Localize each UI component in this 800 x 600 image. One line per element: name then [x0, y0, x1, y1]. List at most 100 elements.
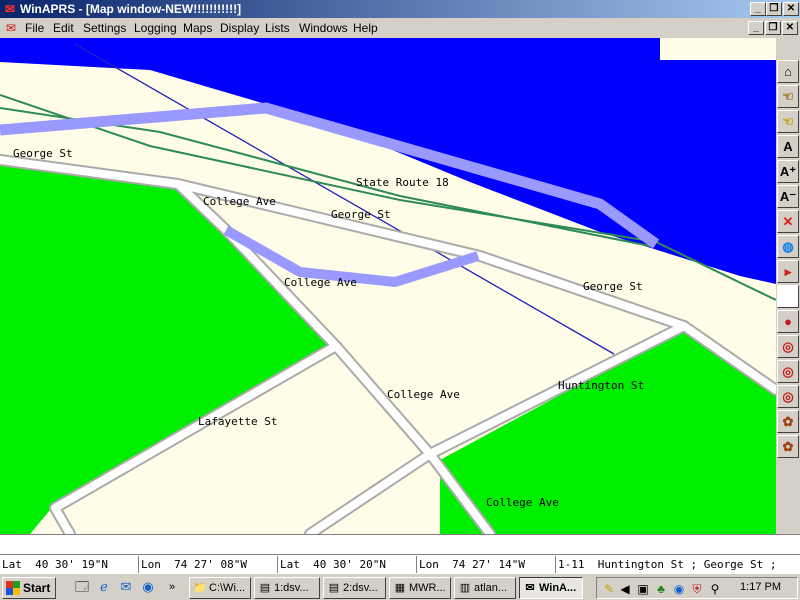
home-tool-button[interactable]: ⌂: [777, 60, 799, 83]
child-restore-button[interactable]: ❐: [765, 21, 781, 35]
status-lat-center: Lat 40 30' 20"N: [278, 556, 417, 573]
winaprs-icon: ✉: [525, 582, 535, 594]
bug-icon-2: ✿: [782, 438, 794, 454]
menu-windows[interactable]: Windows: [299, 21, 348, 35]
label-george-st: George St: [583, 280, 643, 293]
status-message-bar: [0, 534, 800, 554]
clock: 1:17 PM: [740, 581, 781, 593]
taskbar-button-label: MWR...: [409, 582, 446, 594]
label-college-ave: College Ave: [203, 195, 276, 208]
channels-icon[interactable]: ◉: [140, 579, 156, 595]
taskbar-button-0[interactable]: 📁 C:\Wi...: [189, 577, 251, 599]
bug-1-tool-button[interactable]: ✿: [777, 410, 799, 433]
windows-logo-icon: [6, 581, 20, 595]
font-smaller-icon: A⁻: [779, 188, 797, 204]
folder-icon: 📁: [193, 582, 207, 594]
menu-edit[interactable]: Edit: [53, 21, 74, 35]
taskbar-button-label: 1:dsv...: [274, 582, 309, 594]
home-icon: ⌂: [784, 64, 792, 79]
winaprs-icon[interactable]: ✉: [3, 2, 17, 16]
outlook-icon[interactable]: ✉: [118, 579, 134, 595]
window-title: WinAPRS - [Map window-NEW!!!!!!!!!!!]: [20, 2, 242, 16]
hand-yellow-icon: ☜: [782, 113, 794, 129]
menu-logging[interactable]: Logging: [134, 21, 177, 35]
status-lon-center: Lon 74 27' 14"W: [417, 556, 556, 573]
label-college-ave: College Ave: [387, 388, 460, 401]
status-lat-cursor: Lat 40 30' 19"N: [0, 556, 139, 573]
flag-tool-button[interactable]: ▸: [777, 260, 799, 283]
label-college-ave: College Ave: [284, 276, 357, 289]
start-label: Start: [23, 581, 51, 595]
volume-tray-icon[interactable]: ◀: [617, 581, 633, 597]
map-canvas[interactable]: George St State Route 18 College Ave Geo…: [0, 38, 776, 534]
internet-explorer-icon[interactable]: ℯ: [96, 579, 112, 595]
target-1-tool-button[interactable]: ◎: [777, 335, 799, 358]
show-desktop-icon[interactable]: 🗔: [74, 579, 90, 595]
title-bar: ✉ WinAPRS - [Map window-NEW!!!!!!!!!!!] …: [0, 0, 800, 18]
status-bar: Lat 40 30' 19"N Lon 74 27' 08"W Lat 40 3…: [0, 554, 800, 573]
taskbar-button-4[interactable]: ▥ atlan...: [454, 577, 516, 599]
balloon-icon: ●: [784, 314, 792, 329]
target-3-tool-button[interactable]: ◎: [777, 385, 799, 408]
minimize-button[interactable]: _: [750, 2, 766, 16]
delete-tool-button[interactable]: ✕: [777, 210, 799, 233]
menu-help[interactable]: Help: [353, 21, 378, 35]
network-tray-icon[interactable]: ♣: [653, 581, 669, 597]
child-close-button[interactable]: ✕: [782, 21, 798, 35]
app-icon: ▤: [328, 582, 340, 594]
status-street-info: 1-11 Huntington St ; George St ;: [558, 558, 777, 571]
font-icon: A: [783, 139, 793, 154]
taskbar-button-1[interactable]: ▤ 1:dsv...: [254, 577, 320, 599]
pencil-tray-icon[interactable]: ✎: [601, 581, 617, 597]
menu-settings[interactable]: Settings: [83, 21, 126, 35]
label-college-ave: College Ave: [486, 496, 559, 509]
target-icon-2: ◎: [782, 363, 794, 379]
target-icon-1: ◎: [782, 338, 794, 354]
font-larger-icon: A⁺: [779, 163, 797, 179]
taskbar-button-label: C:\Wi...: [209, 582, 246, 594]
app-icon: ▤: [259, 582, 271, 594]
maximize-button[interactable]: ❐: [766, 2, 782, 16]
child-minimize-button[interactable]: _: [748, 21, 764, 35]
delete-icon: ✕: [782, 213, 794, 229]
quick-launch-more-icon[interactable]: »: [164, 579, 180, 595]
font-smaller-tool-button[interactable]: A⁻: [777, 185, 799, 208]
park-area-west: [0, 160, 330, 534]
taskbar-button-label: atlan...: [474, 582, 508, 594]
mwr-icon: ▦: [394, 582, 406, 594]
menu-display[interactable]: Display: [220, 21, 259, 35]
shield-tray-icon[interactable]: ⛨: [689, 581, 705, 597]
bug-2-tool-button[interactable]: ✿: [777, 435, 799, 458]
taskbar-button-3[interactable]: ▦ MWR...: [389, 577, 451, 599]
search-tray-icon[interactable]: ⚲: [707, 581, 723, 597]
document-menu-icon[interactable]: ✉: [3, 21, 19, 35]
bug-icon-1: ✿: [782, 413, 794, 429]
taskbar-button-label: WinA...: [539, 582, 577, 594]
hand-yellow-tool-button[interactable]: ☜: [777, 110, 799, 133]
target-2-tool-button[interactable]: ◎: [777, 360, 799, 383]
close-button[interactable]: ✕: [783, 2, 799, 16]
target-icon-3: ◎: [782, 388, 794, 404]
menu-file[interactable]: File: [25, 21, 44, 35]
monitor-tray-icon[interactable]: ▣: [635, 581, 651, 597]
hand-icon: ☜: [782, 88, 794, 104]
balloon-tool-button[interactable]: ●: [777, 310, 799, 333]
channel-tray-icon[interactable]: ◉: [671, 581, 687, 597]
font-tool-button[interactable]: A: [777, 135, 799, 158]
font-larger-tool-button[interactable]: A⁺: [777, 160, 799, 183]
start-button[interactable]: Start: [2, 577, 56, 599]
taskbar-button-5[interactable]: ✉ WinA...: [519, 577, 583, 599]
map-view[interactable]: George St State Route 18 College Ave Geo…: [0, 38, 776, 534]
system-tray: ✎ ◀ ▣ ♣ ◉ ⛨ ⚲ 1:17 PM: [596, 577, 798, 599]
menu-lists[interactable]: Lists: [265, 21, 290, 35]
status-lon-cursor: Lon 74 27' 08"W: [139, 556, 278, 573]
flag-icon: ▸: [784, 263, 792, 279]
menu-bar: ✉ File Edit Settings Logging Maps Displa…: [0, 18, 800, 38]
globe-tool-button[interactable]: ◍: [777, 235, 799, 258]
blank-tool-button[interactable]: [777, 285, 799, 308]
taskbar: Start 🗔 ℯ ✉ ◉ » 📁 C:\Wi... ▤ 1:dsv... ▤ 2:dsv…: [0, 573, 800, 600]
menu-maps[interactable]: Maps: [183, 21, 212, 35]
taskbar-button-2[interactable]: ▤ 2:dsv...: [323, 577, 386, 599]
label-george-st: George St: [13, 147, 73, 160]
hand-tool-button[interactable]: ☜: [777, 85, 799, 108]
